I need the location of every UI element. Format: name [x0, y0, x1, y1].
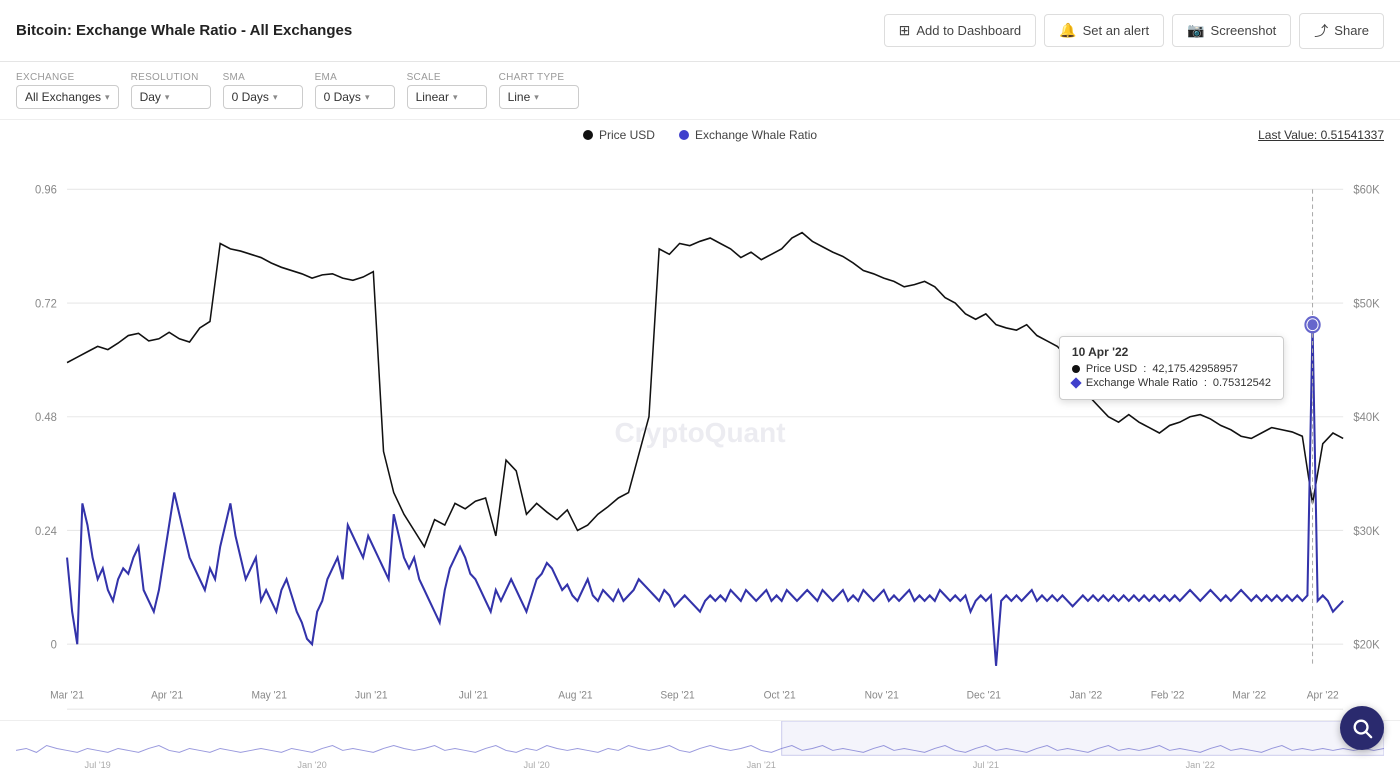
sma-select[interactable]: 0 Days ▾	[223, 85, 303, 109]
chart-type-select[interactable]: Line ▾	[499, 85, 579, 109]
svg-text:Apr '21: Apr '21	[151, 689, 183, 701]
svg-text:Mar '22: Mar '22	[1232, 689, 1266, 701]
chevron-down-icon: ▾	[365, 92, 370, 103]
header-actions: ⊞ Add to Dashboard 🔔 Set an alert 📷 Scre…	[884, 13, 1384, 49]
ema-control: EMA 0 Days ▾	[315, 72, 395, 109]
svg-text:$30K: $30K	[1353, 526, 1379, 538]
add-to-dashboard-button[interactable]: ⊞ Add to Dashboard	[884, 14, 1037, 47]
page-title: Bitcoin: Exchange Whale Ratio - All Exch…	[16, 22, 352, 39]
svg-text:Jul '20: Jul '20	[524, 760, 550, 770]
mini-chart[interactable]: Jul '19 Jan '20 Jul '20 Jan '21 Jul '21 …	[0, 720, 1400, 772]
scale-select[interactable]: Linear ▾	[407, 85, 487, 109]
svg-text:Apr '22: Apr '22	[1307, 689, 1339, 701]
chevron-down-icon: ▾	[453, 92, 458, 103]
chevron-down-icon: ▾	[165, 92, 170, 103]
scale-label: Scale	[407, 72, 487, 83]
controls-bar: Exchange All Exchanges ▾ Resolution Day …	[0, 62, 1400, 120]
chevron-down-icon: ▾	[273, 92, 278, 103]
chart-type-label: Chart Type	[499, 72, 579, 83]
svg-text:Jan '22: Jan '22	[1070, 689, 1103, 701]
svg-text:Jul '21: Jul '21	[973, 760, 999, 770]
main-chart-svg: 0.96 0.72 0.48 0.24 0 $60K $50K $40K $30…	[16, 146, 1384, 720]
exchange-label: Exchange	[16, 72, 119, 83]
svg-text:Jul '19: Jul '19	[85, 760, 111, 770]
svg-text:Feb '22: Feb '22	[1151, 689, 1185, 701]
svg-text:Mar '21: Mar '21	[50, 689, 84, 701]
legend-whale: Exchange Whale Ratio	[679, 128, 817, 142]
svg-text:Nov '21: Nov '21	[865, 689, 899, 701]
svg-text:0.48: 0.48	[35, 412, 57, 424]
resolution-control: Resolution Day ▾	[131, 72, 211, 109]
sma-label: SMA	[223, 72, 303, 83]
svg-text:$50K: $50K	[1353, 298, 1379, 310]
chart-area: Price USD Exchange Whale Ratio Last Valu…	[0, 120, 1400, 772]
price-legend-dot	[583, 130, 593, 140]
svg-text:0.24: 0.24	[35, 526, 57, 538]
svg-text:Aug '21: Aug '21	[558, 689, 592, 701]
dashboard-icon: ⊞	[899, 22, 911, 39]
scale-control: Scale Linear ▾	[407, 72, 487, 109]
svg-text:Jan '22: Jan '22	[1186, 760, 1215, 770]
svg-text:Jan '20: Jan '20	[297, 760, 326, 770]
chevron-down-icon: ▾	[534, 92, 539, 103]
svg-text:0: 0	[51, 639, 57, 651]
svg-text:Jun '21: Jun '21	[355, 689, 388, 701]
svg-text:Jan '21: Jan '21	[747, 760, 776, 770]
mini-chart-svg: Jul '19 Jan '20 Jul '20 Jan '21 Jul '21 …	[16, 721, 1384, 772]
set-alert-button[interactable]: 🔔 Set an alert	[1044, 14, 1164, 47]
legend-price: Price USD	[583, 128, 655, 142]
svg-text:$20K: $20K	[1353, 639, 1379, 651]
share-icon: ⤴	[1314, 21, 1328, 41]
svg-text:$60K: $60K	[1353, 184, 1379, 196]
search-fab-button[interactable]	[1340, 706, 1384, 750]
main-chart[interactable]: CryptoQuant 0.96 0.72 0.48 0.24 0 $60K $…	[16, 146, 1384, 720]
ema-select[interactable]: 0 Days ▾	[315, 85, 395, 109]
chart-legend: Price USD Exchange Whale Ratio Last Valu…	[0, 120, 1400, 146]
svg-text:May '21: May '21	[251, 689, 287, 701]
camera-icon: 📷	[1187, 22, 1204, 39]
bell-icon: 🔔	[1059, 22, 1076, 39]
chevron-down-icon: ▾	[105, 92, 110, 103]
svg-text:Dec '21: Dec '21	[967, 689, 1001, 701]
chart-type-control: Chart Type Line ▾	[499, 72, 579, 109]
svg-text:0.72: 0.72	[35, 298, 57, 310]
sma-control: SMA 0 Days ▾	[223, 72, 303, 109]
screenshot-button[interactable]: 📷 Screenshot	[1172, 14, 1291, 47]
exchange-control: Exchange All Exchanges ▾	[16, 72, 119, 109]
resolution-select[interactable]: Day ▾	[131, 85, 211, 109]
exchange-select[interactable]: All Exchanges ▾	[16, 85, 119, 109]
svg-text:$40K: $40K	[1353, 412, 1379, 424]
svg-text:Sep '21: Sep '21	[660, 689, 694, 701]
whale-legend-dot	[677, 128, 691, 142]
page-header: Bitcoin: Exchange Whale Ratio - All Exch…	[0, 0, 1400, 62]
svg-text:Oct '21: Oct '21	[764, 689, 796, 701]
share-button[interactable]: ⤴ Share	[1299, 13, 1384, 49]
resolution-label: Resolution	[131, 72, 211, 83]
svg-text:0.96: 0.96	[35, 184, 57, 196]
last-value[interactable]: Last Value: 0.51541337	[1258, 128, 1384, 142]
svg-text:Jul '21: Jul '21	[459, 689, 488, 701]
ema-label: EMA	[315, 72, 395, 83]
